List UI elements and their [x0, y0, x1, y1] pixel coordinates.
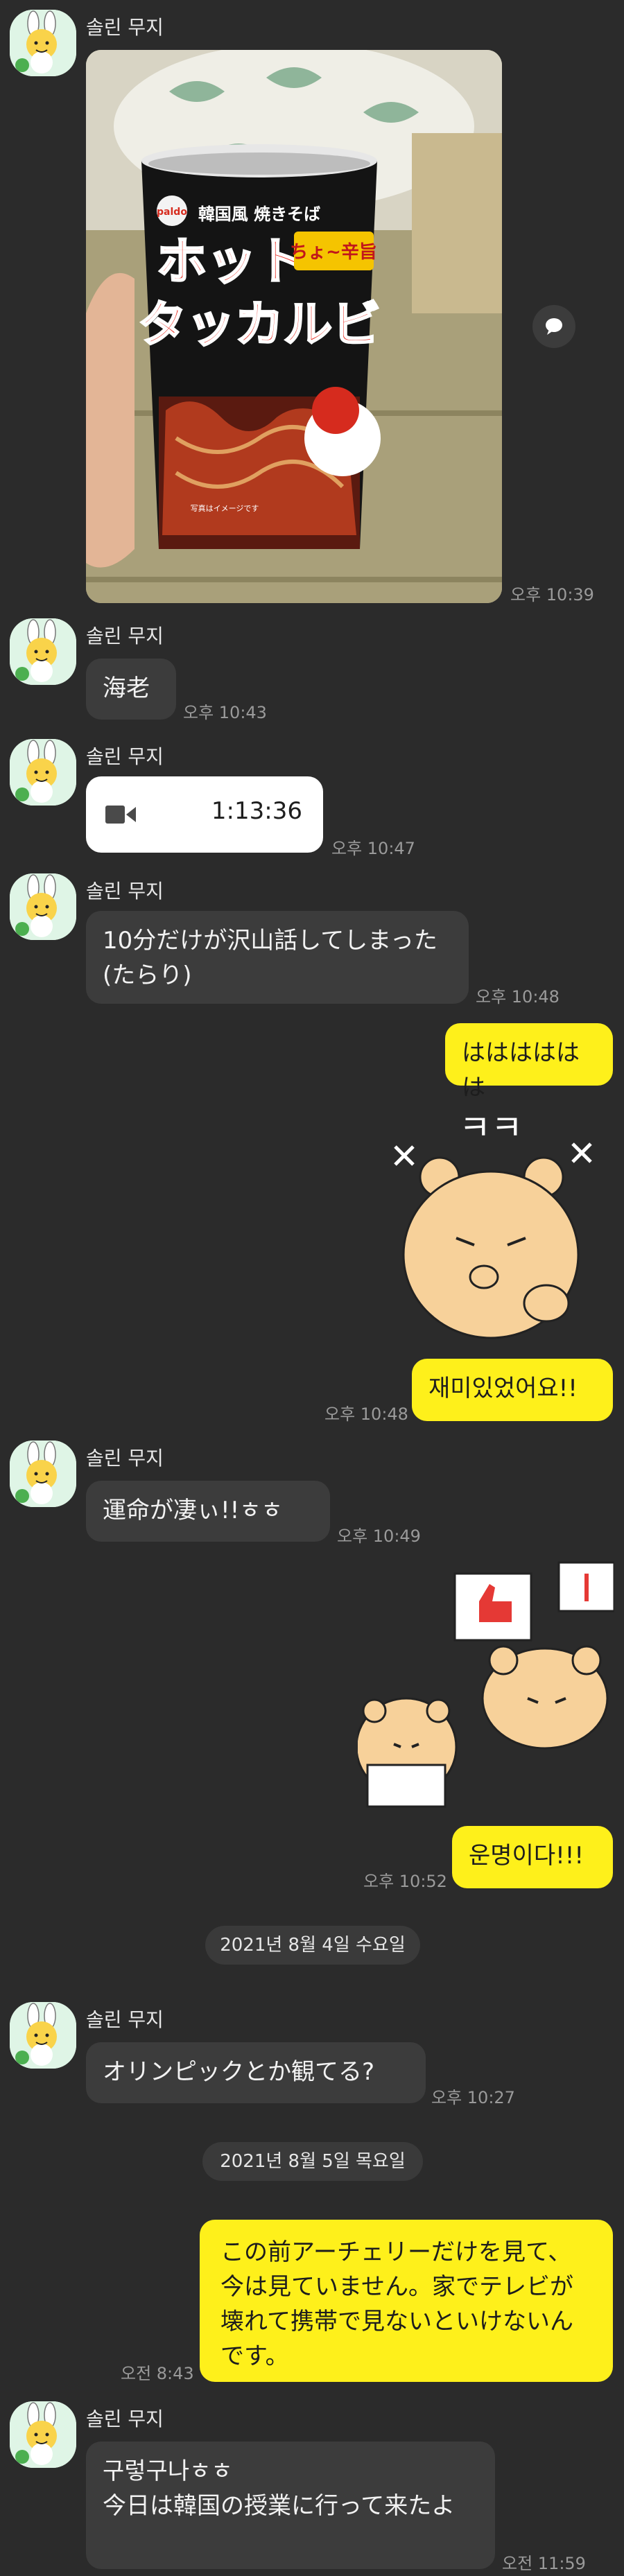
message-time: 오후 10:49 — [337, 1526, 421, 1546]
bear-laughing-sticker: ㅋㅋ — [394, 1108, 592, 1339]
date-divider: 2021년 8월 4일 수요일 — [205, 1926, 420, 1965]
photo-brand: paldo — [157, 207, 187, 218]
message-bubble-outgoing[interactable]: 재미있었어요!! — [412, 1359, 613, 1421]
avatar[interactable] — [10, 10, 76, 76]
sender-name: 솔린 무지 — [86, 2408, 164, 2430]
message-bubble[interactable]: 구렇구나ㅎㅎ 今日は韓国の授業に行って来たよ — [86, 2442, 495, 2569]
avatar-muzi-icon — [10, 2002, 76, 2069]
message-bubble[interactable]: 10分だけが沢山話してしまった(たらり) — [86, 911, 469, 1004]
message-bubble[interactable]: 海老 — [86, 659, 176, 720]
message-time: 오후 10:47 — [331, 839, 415, 858]
avatar-muzi-icon — [10, 873, 76, 940]
message-time: 오후 10:43 — [183, 703, 267, 722]
avatar[interactable] — [10, 2401, 76, 2468]
video-camera-icon — [105, 806, 136, 824]
sender-name: 솔린 무지 — [86, 880, 164, 903]
message-time: 오후 10:39 — [510, 585, 594, 604]
avatar-muzi-icon — [10, 739, 76, 806]
food-photo[interactable]: paldo 韓国風 焼きそば ホット タッカルビ ちょ~辛旨 写真はイメージです — [86, 50, 502, 603]
video-message[interactable]: 1:13:36 — [86, 776, 323, 853]
avatar[interactable] — [10, 1441, 76, 1507]
message-bubble-outgoing[interactable]: はははははは — [445, 1023, 613, 1102]
photo-badge: ちょ~辛旨 — [290, 241, 377, 263]
avatar-muzi-icon — [10, 10, 76, 76]
share-button[interactable] — [532, 305, 575, 348]
message-line: 今日は韓国の授業に行って来たよ — [103, 2492, 456, 2520]
sender-name: 솔린 무지 — [86, 745, 164, 768]
video-duration: 1:13:36 — [211, 797, 302, 825]
avatar[interactable] — [10, 2002, 76, 2069]
message-time: 오후 10:48 — [476, 987, 560, 1007]
photo-title-line1: ホット — [157, 232, 306, 290]
photo-title-line2: タッカルビ — [138, 296, 381, 353]
photo-subtitle: 韓国風 焼きそば — [198, 204, 320, 224]
avatar-muzi-icon — [10, 1441, 76, 1507]
sender-name: 솔린 무지 — [86, 16, 164, 39]
avatar[interactable] — [10, 739, 76, 806]
message-time: 오전 8:43 — [121, 2364, 194, 2383]
message-time: 오후 10:52 — [363, 1872, 447, 1891]
bear-sticker[interactable] — [355, 1560, 616, 1816]
avatar-muzi-icon — [10, 2401, 76, 2468]
avatar[interactable] — [10, 873, 76, 940]
message-bubble-outgoing[interactable]: 운명이다!!! — [452, 1826, 613, 1888]
date-divider: 2021년 8월 5일 목요일 — [202, 2142, 423, 2181]
message-bubble[interactable]: オリンピックとか観てる? — [86, 2042, 426, 2103]
sender-name: 솔린 무지 — [86, 1447, 164, 1470]
avatar[interactable] — [10, 618, 76, 685]
speech-bubble-icon — [546, 318, 562, 335]
message-time: 오전 11:59 — [502, 2554, 586, 2573]
photo-note: 写真はイメージです — [191, 503, 259, 513]
message-bubble[interactable]: 運命が凄ぃ!!ㅎㅎ — [86, 1481, 330, 1542]
bear-sticker[interactable]: ㅋㅋ — [380, 1102, 610, 1349]
bears-thumbs-up-sticker — [355, 1561, 616, 1808]
message-bubble-outgoing[interactable]: この前アーチェリーだけを見て、今は見ていません。家でテレビが壊れて携帯で見ないと… — [200, 2220, 613, 2382]
sticker-text: ㅋㅋ — [459, 1108, 523, 1148]
sender-name: 솔린 무지 — [86, 2008, 164, 2031]
message-time: 오후 10:48 — [324, 1404, 408, 1424]
message-line: 구렇구나ㅎㅎ — [103, 2457, 233, 2485]
sender-name: 솔린 무지 — [86, 625, 164, 647]
message-time: 오후 10:27 — [431, 2088, 515, 2107]
avatar-muzi-icon — [10, 618, 76, 685]
photo-illustration: paldo 韓国風 焼きそば ホット タッカルビ ちょ~辛旨 写真はイメージです — [86, 50, 502, 603]
